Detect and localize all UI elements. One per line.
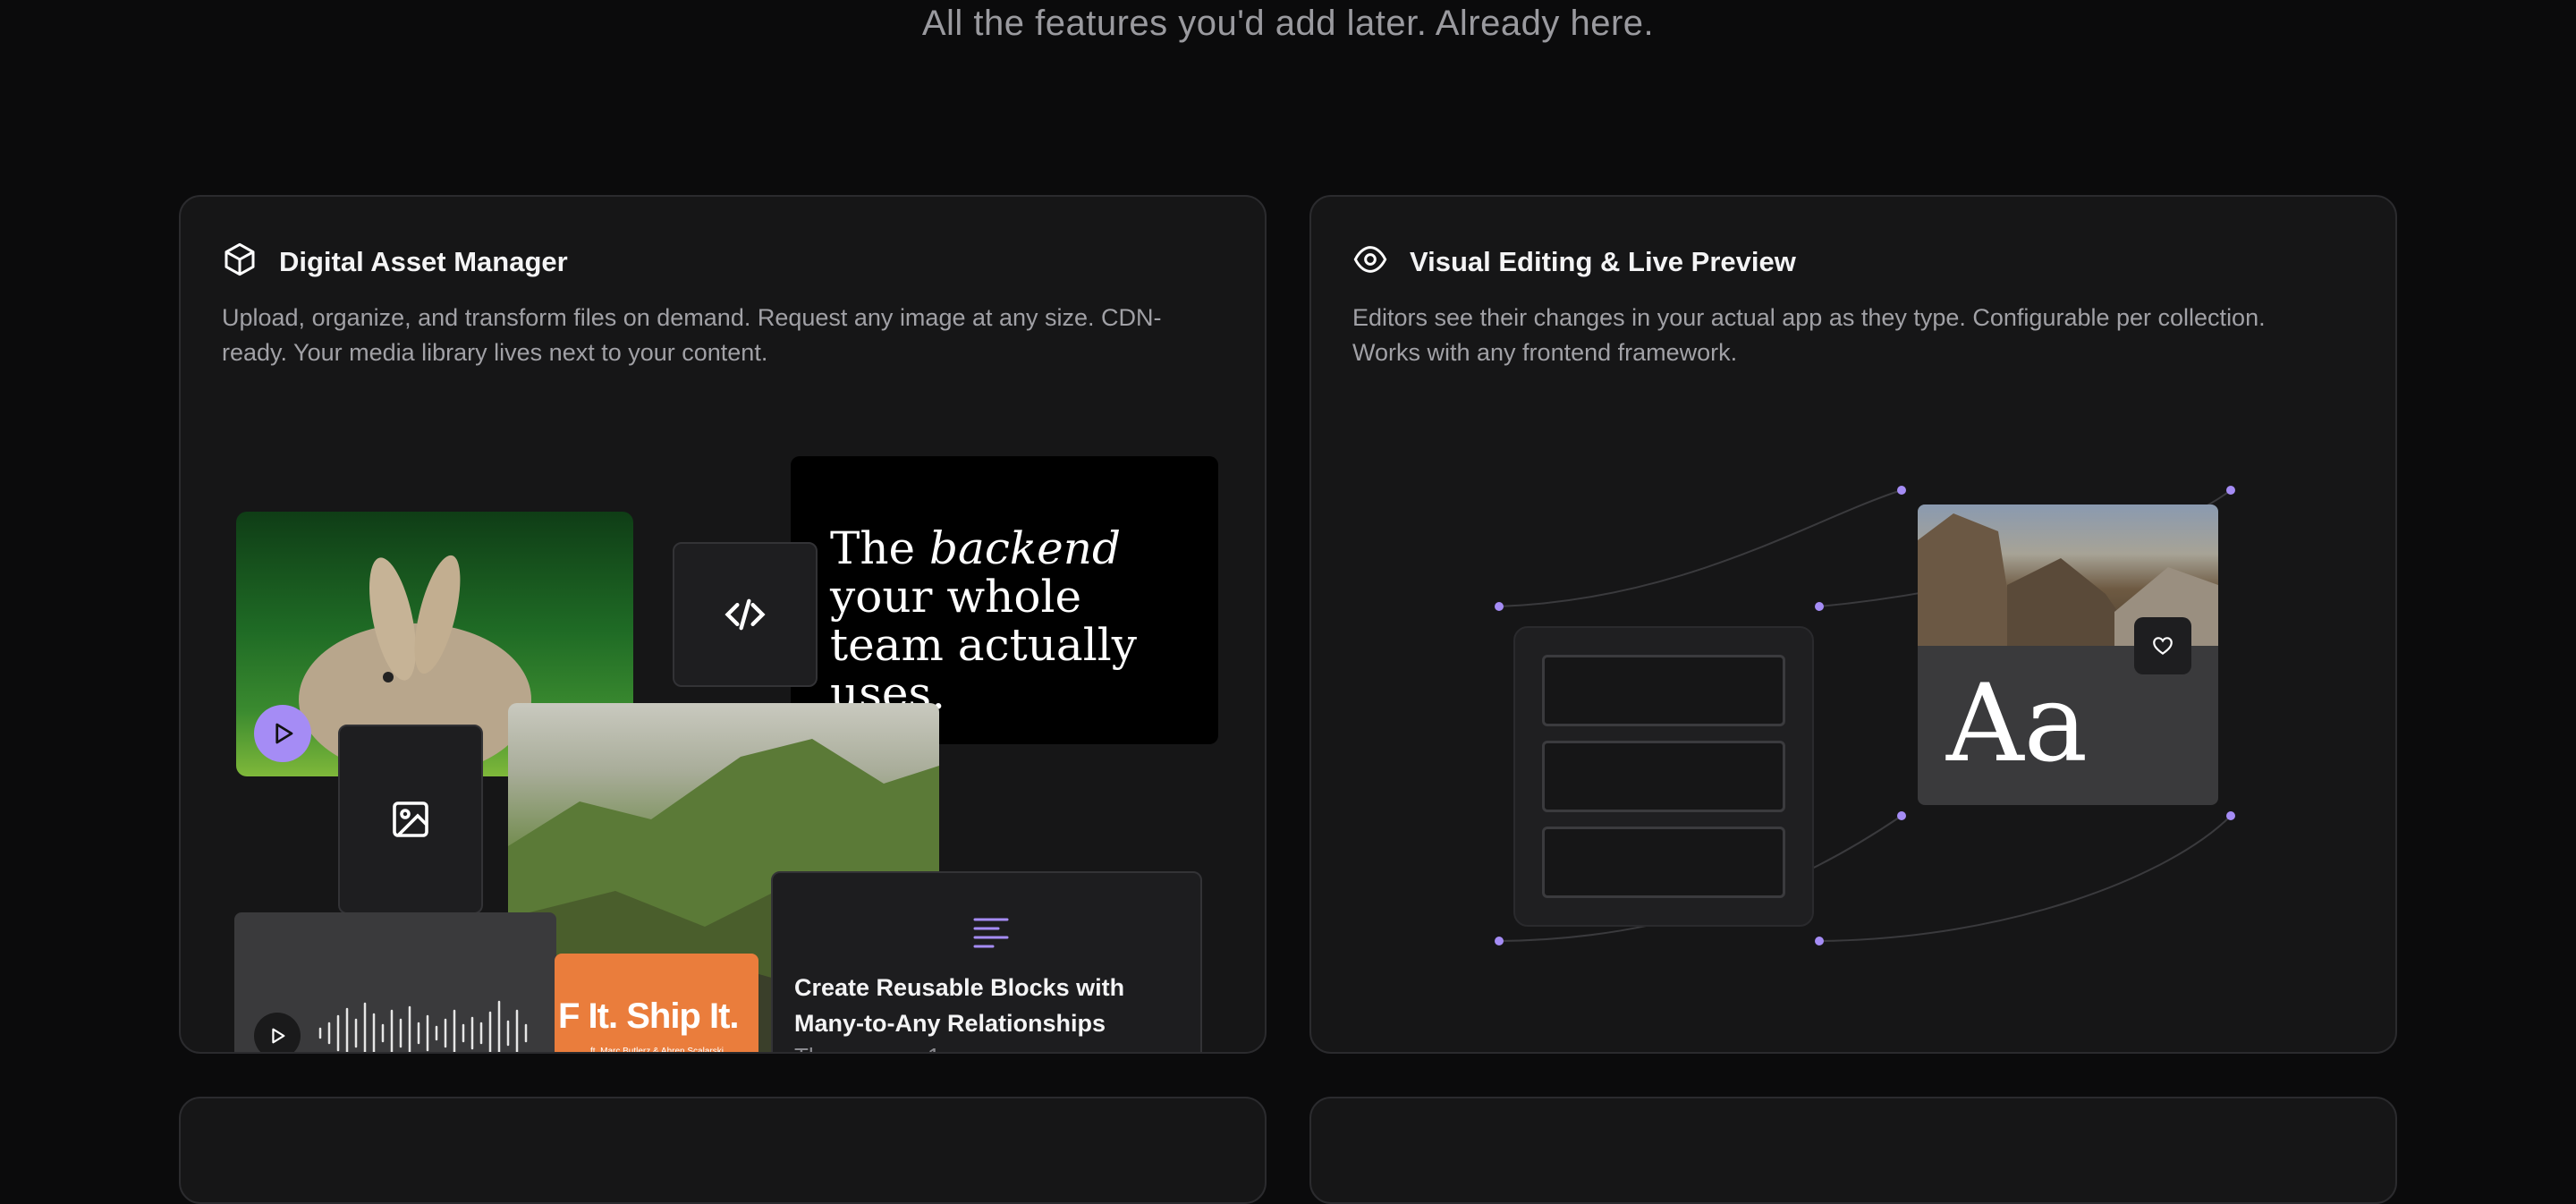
feature-card-visual-editing: Visual Editing & Live Preview Editors se… [1309,195,2397,1054]
anchor-dot [1897,811,1906,820]
feature-card-digital-asset-manager: Digital Asset Manager Upload, organize, … [179,195,1267,1054]
connector-lines [1498,489,2232,942]
play-icon [275,723,293,744]
form-field[interactable] [1542,827,1785,898]
anchor-dot [1495,937,1504,945]
anchor-dot [1815,937,1824,945]
anchor-dot [1815,602,1824,611]
tagline-text: The backend your whole team actually uses… [830,522,1137,719]
anchor-dot [2226,811,2235,820]
anchor-dot [2226,486,2235,495]
code-icon [724,598,766,631]
image-file-tile [338,725,483,914]
card-title: Digital Asset Manager [279,245,568,277]
video-play-button[interactable] [254,705,311,762]
code-file-tile [673,542,818,687]
cube-icon [222,242,258,282]
anchor-dot [1495,602,1504,611]
anchor-dot [1897,486,1906,495]
form-field[interactable] [1542,741,1785,812]
poster-subtitle: ft. Marc Butlerz & Ahren Scalarski [590,1047,724,1054]
podcast-poster: F It. Ship It. ft. Marc Butlerz & Ahren … [555,954,758,1054]
poster-title: F It. Ship It. [558,996,740,1036]
audio-play-button[interactable] [254,1013,301,1052]
audio-waveform [318,1000,528,1052]
favorite-button[interactable] [2134,617,2191,674]
block-excerpt: There are m 1 ... [794,1043,966,1052]
play-icon [272,1028,285,1044]
feature-card-partial [179,1097,1267,1204]
heart-icon [2153,637,2173,655]
card-description: Upload, organize, and transform files on… [222,304,1162,366]
image-icon [393,801,428,837]
feature-card-partial [1309,1097,2397,1204]
typography-sample: Aa [1946,662,2089,786]
form-field[interactable] [1542,655,1785,726]
card-header: Digital Asset Manager [222,242,568,282]
block-title: Create Reusable Blocks with Many-to-Any … [794,974,1125,1037]
text-align-icon [973,918,1009,948]
section-subtitle: All the features you'd add later. Alread… [921,4,1655,43]
